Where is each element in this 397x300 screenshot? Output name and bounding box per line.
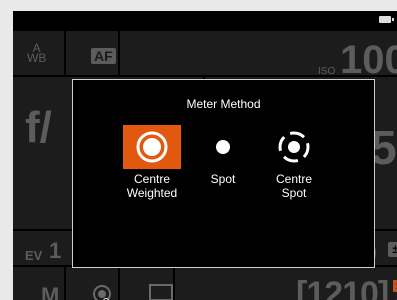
camera-screen: A WB AF ISO 100 f/ 5 EV 1 ) ± M [1210] 1… bbox=[13, 11, 397, 300]
metering-icon bbox=[93, 285, 111, 300]
aperture-value: f/ bbox=[25, 103, 52, 152]
battery-icon bbox=[379, 16, 394, 23]
af-badge: AF bbox=[91, 48, 116, 64]
option-label: Centre Spot bbox=[275, 172, 313, 200]
meter-method-dialog: Meter Method Centre Weighted Spot Centre… bbox=[72, 79, 375, 268]
card-slot-1: 1 bbox=[393, 280, 397, 292]
spot-icon bbox=[194, 125, 252, 169]
centre-spot-icon bbox=[265, 125, 323, 169]
exposure-comp-icon: ± bbox=[388, 242, 397, 257]
dialog-title: Meter Method bbox=[186, 97, 261, 111]
option-label: Spot bbox=[210, 172, 236, 186]
iso-value: 100 bbox=[340, 38, 397, 82]
awb-label: A WB bbox=[27, 41, 47, 65]
iso-label: ISO bbox=[318, 66, 336, 77]
option-spot[interactable]: Spot bbox=[188, 125, 258, 186]
centre-weighted-icon bbox=[123, 125, 181, 169]
option-centre-spot[interactable]: Centre Spot bbox=[259, 125, 329, 200]
aspect-ratio-icon bbox=[149, 284, 173, 300]
mode-value: M bbox=[41, 283, 60, 300]
ev-value: 1 bbox=[49, 238, 62, 263]
shots-remaining: [1210] bbox=[296, 275, 389, 300]
option-label: Centre Weighted bbox=[126, 172, 178, 200]
ev-label: EV bbox=[25, 248, 43, 263]
option-centre-weighted[interactable]: Centre Weighted bbox=[117, 125, 187, 200]
status-bar bbox=[13, 11, 397, 31]
